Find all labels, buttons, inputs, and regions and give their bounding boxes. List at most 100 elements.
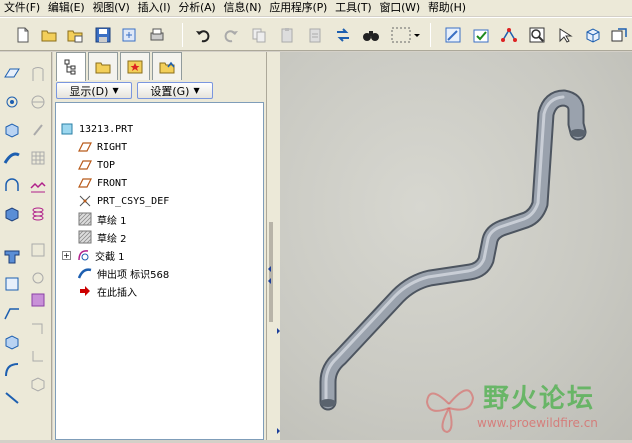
mirror-icon[interactable] bbox=[2, 360, 22, 380]
copy-icon[interactable] bbox=[248, 24, 270, 46]
undo-icon[interactable] bbox=[192, 24, 214, 46]
tree-item-label: 伸出项 标识568 bbox=[97, 269, 170, 281]
settings-dropdown[interactable]: 设置(G) ▼ bbox=[137, 82, 213, 99]
menu-applications[interactable]: 应用程序(P) bbox=[265, 0, 331, 16]
chamfer-icon[interactable] bbox=[2, 332, 22, 352]
cosmetic-sketch-icon[interactable] bbox=[28, 176, 48, 196]
split-icon[interactable] bbox=[28, 240, 48, 260]
tree-item[interactable]: FRONT bbox=[78, 175, 127, 191]
open-folder-icon[interactable] bbox=[38, 24, 60, 46]
tree-item[interactable]: + 交截 1 bbox=[62, 247, 125, 263]
selection-filter-icon[interactable] bbox=[388, 24, 422, 46]
hole-icon[interactable] bbox=[2, 176, 22, 196]
tree-item[interactable]: 伸出项 标识568 bbox=[78, 265, 169, 281]
chevron-down-icon: ▼ bbox=[193, 86, 200, 95]
tab-favorites[interactable] bbox=[120, 52, 150, 80]
regenerate-icon[interactable] bbox=[332, 24, 354, 46]
insert-here-arrow-icon bbox=[78, 284, 92, 298]
pattern-icon[interactable] bbox=[28, 148, 48, 168]
chevron-down-icon: ▼ bbox=[112, 86, 119, 95]
menu-view[interactable]: 视图(V) bbox=[88, 0, 133, 16]
settings-dropdown-label: 设置(G) bbox=[150, 84, 190, 98]
trim-icon[interactable] bbox=[28, 318, 48, 338]
forum-watermark: 野火论坛 www.proewildfire.cn bbox=[419, 374, 624, 436]
intersect-curve-icon bbox=[76, 248, 90, 262]
tree-item-label: TOP bbox=[97, 159, 116, 171]
tree-item[interactable]: 草绘 2 bbox=[78, 229, 127, 245]
print-icon[interactable] bbox=[146, 24, 168, 46]
datum-plane-icon[interactable] bbox=[2, 64, 22, 84]
menu-insert[interactable]: 插入(I) bbox=[134, 0, 175, 16]
rib-icon[interactable] bbox=[2, 246, 22, 266]
round-icon[interactable] bbox=[2, 304, 22, 324]
tab-model-tree[interactable] bbox=[56, 52, 86, 81]
menu-file[interactable]: 文件(F) bbox=[0, 0, 44, 16]
datum-axis-icon[interactable] bbox=[28, 64, 48, 84]
draft-icon[interactable] bbox=[2, 274, 22, 294]
sweep-feature-icon bbox=[78, 266, 92, 280]
thicken-icon[interactable] bbox=[28, 374, 48, 394]
part-icon bbox=[60, 122, 74, 136]
tab-folder-browser[interactable] bbox=[88, 52, 118, 80]
merge-icon[interactable] bbox=[28, 268, 48, 288]
main-toolbar bbox=[0, 17, 632, 51]
panel-splitter[interactable] bbox=[266, 52, 280, 440]
sketch-view-icon[interactable] bbox=[442, 24, 464, 46]
coil-icon[interactable] bbox=[28, 204, 48, 224]
tree-item-label: PRT_CSYS_DEF bbox=[97, 195, 170, 207]
offset-icon[interactable] bbox=[28, 346, 48, 366]
open-dir-icon[interactable] bbox=[64, 24, 86, 46]
shell-icon[interactable] bbox=[2, 204, 22, 224]
find-binoculars-icon[interactable] bbox=[360, 24, 382, 46]
datum-curve-icon[interactable] bbox=[28, 92, 48, 112]
feature-toolbar bbox=[0, 52, 52, 440]
tree-item[interactable]: RIGHT bbox=[78, 139, 127, 155]
show-dropdown[interactable]: 显示(D) ▼ bbox=[56, 82, 132, 99]
menu-bar: 文件(F) 编辑(E) 视图(V) 插入(I) 分析(A) 信息(N) 应用程序… bbox=[0, 0, 632, 16]
zoom-icon[interactable] bbox=[526, 24, 548, 46]
tree-item-label: 在此插入 bbox=[97, 287, 137, 299]
verify-icon[interactable] bbox=[470, 24, 492, 46]
menu-tools[interactable]: 工具(T) bbox=[331, 0, 375, 16]
tree-item[interactable]: 草绘 1 bbox=[78, 211, 127, 227]
paste-icon[interactable] bbox=[276, 24, 298, 46]
save-copy-icon[interactable] bbox=[118, 24, 140, 46]
menu-help[interactable]: 帮助(H) bbox=[424, 0, 470, 16]
saved-views-icon[interactable] bbox=[582, 24, 604, 46]
extrude-icon[interactable] bbox=[2, 120, 22, 140]
orient-icon[interactable] bbox=[554, 24, 576, 46]
sweep-icon[interactable] bbox=[2, 148, 22, 168]
model-tree: 13213.PRT RIGHT TOP FRONT PRT_CSYS_DEF 草… bbox=[55, 102, 264, 440]
watermark-url: www.proewildfire.cn bbox=[477, 416, 598, 430]
extend-icon[interactable] bbox=[2, 388, 22, 408]
graphics-window[interactable]: 野火论坛 www.proewildfire.cn bbox=[280, 52, 632, 440]
tree-item[interactable]: PRT_CSYS_DEF bbox=[78, 193, 169, 209]
save-icon[interactable] bbox=[92, 24, 114, 46]
tree-item[interactable]: 在此插入 bbox=[78, 283, 137, 299]
redo-icon[interactable] bbox=[220, 24, 242, 46]
tree-root-label: 13213.PRT bbox=[79, 123, 134, 135]
display-style-icon[interactable] bbox=[608, 24, 630, 46]
datum-point-icon[interactable] bbox=[2, 92, 22, 112]
menu-window[interactable]: 窗口(W) bbox=[375, 0, 423, 16]
menu-analysis[interactable]: 分析(A) bbox=[174, 0, 219, 16]
tree-item[interactable]: TOP bbox=[78, 157, 115, 173]
sketch-icon bbox=[78, 212, 92, 226]
surface-icon[interactable] bbox=[28, 290, 48, 310]
toolbar-separator bbox=[430, 23, 431, 47]
menu-info[interactable]: 信息(N) bbox=[220, 0, 266, 16]
menu-edit[interactable]: 编辑(E) bbox=[44, 0, 89, 16]
tree-item-label: 交截 1 bbox=[95, 251, 125, 263]
paste-special-icon[interactable] bbox=[304, 24, 326, 46]
new-file-icon[interactable] bbox=[12, 24, 34, 46]
datum-plane-icon bbox=[78, 158, 92, 172]
tree-root[interactable]: 13213.PRT bbox=[60, 121, 133, 137]
coordinate-system-icon bbox=[78, 194, 92, 208]
tree-item-label: RIGHT bbox=[97, 141, 128, 153]
datum-plane-icon bbox=[78, 176, 92, 190]
revolve-icon[interactable] bbox=[28, 120, 48, 140]
sketch-icon bbox=[78, 230, 92, 244]
tab-connections[interactable] bbox=[152, 52, 182, 80]
datum-points-icon[interactable] bbox=[498, 24, 520, 46]
expand-icon[interactable]: + bbox=[62, 250, 71, 260]
